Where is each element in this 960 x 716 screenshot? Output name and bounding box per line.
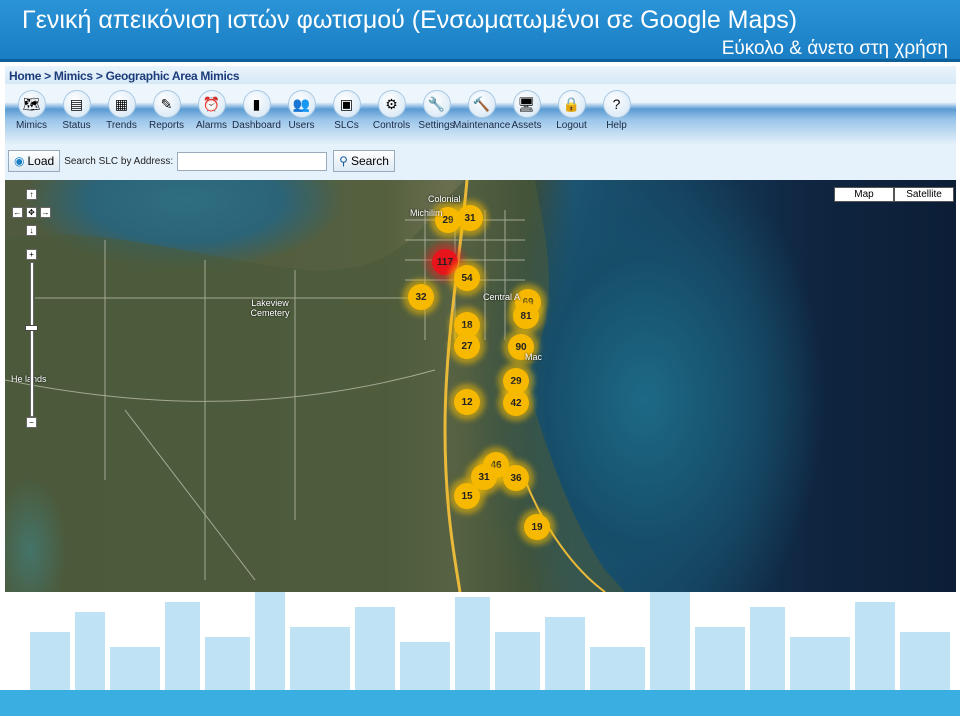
breadcrumb[interactable]: Home > Mimics > Geographic Area Mimics <box>5 66 956 84</box>
map-place-label: Michilim <box>410 208 443 218</box>
toolbar-trends-button[interactable]: ▦ Trends <box>99 84 144 144</box>
light-cluster-marker[interactable]: 32 <box>408 284 434 310</box>
toolbar-status-button[interactable]: ▤ Status <box>54 84 99 144</box>
light-cluster-marker[interactable]: 15 <box>454 483 480 509</box>
pan-up-icon[interactable]: ↑ <box>26 189 37 200</box>
pan-down-icon[interactable]: ↓ <box>26 225 37 236</box>
light-cluster-marker[interactable]: 31 <box>457 205 483 231</box>
light-cluster-marker[interactable]: 54 <box>454 265 480 291</box>
toolbar-controls-button[interactable]: ⚙ Controls <box>369 84 414 144</box>
main-toolbar: 🗺 Mimics ▤ Status ▦ Trends ✎ Reports ⏰ Alarms ▮ Das… <box>5 84 956 144</box>
slide-subtitle: Εύκολο & άνετο στη χρήση <box>721 38 948 59</box>
toolbar-settings-button[interactable]: 🔧 Settings <box>414 84 459 144</box>
load-button[interactable]: ◉ Load <box>8 150 61 172</box>
maintenance-icon: 🔨 <box>467 90 496 118</box>
map-place-label: Central A <box>483 292 521 302</box>
pan-left-icon[interactable]: ← <box>12 207 23 218</box>
map-roads <box>5 180 625 592</box>
zoom-in-icon[interactable]: + <box>26 249 37 260</box>
light-cluster-marker[interactable]: 27 <box>454 333 480 359</box>
light-cluster-marker[interactable]: 19 <box>524 514 550 540</box>
map-place-label: Lakeview Cemetery <box>250 298 290 318</box>
settings-icon: 🔧 <box>422 90 451 118</box>
alarm-clock-icon: ⏰ <box>197 90 226 118</box>
map-place-label: Colonial <box>428 194 461 204</box>
pan-center-icon[interactable]: ✥ <box>26 207 37 218</box>
map-type-map-button[interactable]: Map <box>834 187 894 202</box>
help-icon: ? <box>602 90 631 118</box>
zoom-slider-handle[interactable] <box>25 325 38 331</box>
footer-band <box>0 690 960 716</box>
search-label: Search SLC by Address: <box>64 155 174 167</box>
status-icon: ▤ <box>62 90 91 118</box>
toolbar-dashboard-button[interactable]: ▮ Dashboard <box>232 84 281 144</box>
map-view[interactable]: 29 31 117 54 32 69 81 18 27 90 29 42 12 46 31 36 15 19 Co… <box>5 180 956 592</box>
zoom-pan-control: ↑ ← ✥ → ↓ + − <box>11 187 51 437</box>
slcs-icon: ▣ <box>332 90 361 118</box>
app-screenshot: Home > Mimics > Geographic Area Mimics 🗺… <box>5 66 956 592</box>
dashboard-icon: ▮ <box>242 90 271 118</box>
assets-icon: 🖥 <box>512 90 541 118</box>
pan-right-icon[interactable]: → <box>40 207 51 218</box>
toolbar-help-button[interactable]: ? Help <box>594 84 639 144</box>
map-type-satellite-button[interactable]: Satellite <box>894 187 954 202</box>
toolbar-label: Help <box>606 120 627 131</box>
zoom-slider[interactable] <box>30 262 34 417</box>
search-button[interactable]: ⚲ Search <box>333 150 395 172</box>
refresh-icon: ◉ <box>14 154 25 168</box>
toolbar-assets-button[interactable]: 🖥 Assets <box>504 84 549 144</box>
light-cluster-marker[interactable]: 81 <box>513 303 539 329</box>
controls-icon: ⚙ <box>377 90 406 118</box>
light-cluster-marker[interactable]: 36 <box>503 465 529 491</box>
lock-icon: 🔒 <box>557 90 586 118</box>
address-search-input[interactable] <box>177 151 328 171</box>
toolbar-mimics-button[interactable]: 🗺 Mimics <box>9 84 54 144</box>
toolbar-users-button[interactable]: 👥 Users <box>279 84 324 144</box>
light-cluster-marker[interactable]: 42 <box>503 390 529 416</box>
toolbar-maintenance-button[interactable]: 🔨 Maintenance <box>453 84 510 144</box>
users-icon: 👥 <box>287 90 316 118</box>
light-cluster-marker[interactable]: 12 <box>454 389 480 415</box>
map-place-label: Mac <box>525 352 543 362</box>
toolbar-logout-button[interactable]: 🔒 Logout <box>549 84 594 144</box>
zoom-out-icon[interactable]: − <box>26 417 37 428</box>
trends-icon: ▦ <box>107 90 136 118</box>
search-icon: ⚲ <box>339 154 348 168</box>
search-bar: ◉ Load Search SLC by Address: ⚲ Search <box>5 144 956 178</box>
toolbar-slcs-button[interactable]: ▣ SLCs <box>324 84 369 144</box>
map-type-control: Map Satellite <box>834 187 954 202</box>
toolbar-reports-button[interactable]: ✎ Reports <box>144 84 189 144</box>
toolbar-alarms-button[interactable]: ⏰ Alarms <box>189 84 234 144</box>
reports-icon: ✎ <box>152 90 181 118</box>
light-cluster-marker[interactable]: 117 <box>432 249 458 275</box>
slide-title: Γενική απεικόνιση ιστών φωτισμού (Ενσωμα… <box>22 6 798 34</box>
mimics-icon: 🗺 <box>17 90 46 118</box>
slide-header: Γενική απεικόνιση ιστών φωτισμού (Ενσωμα… <box>0 0 960 62</box>
